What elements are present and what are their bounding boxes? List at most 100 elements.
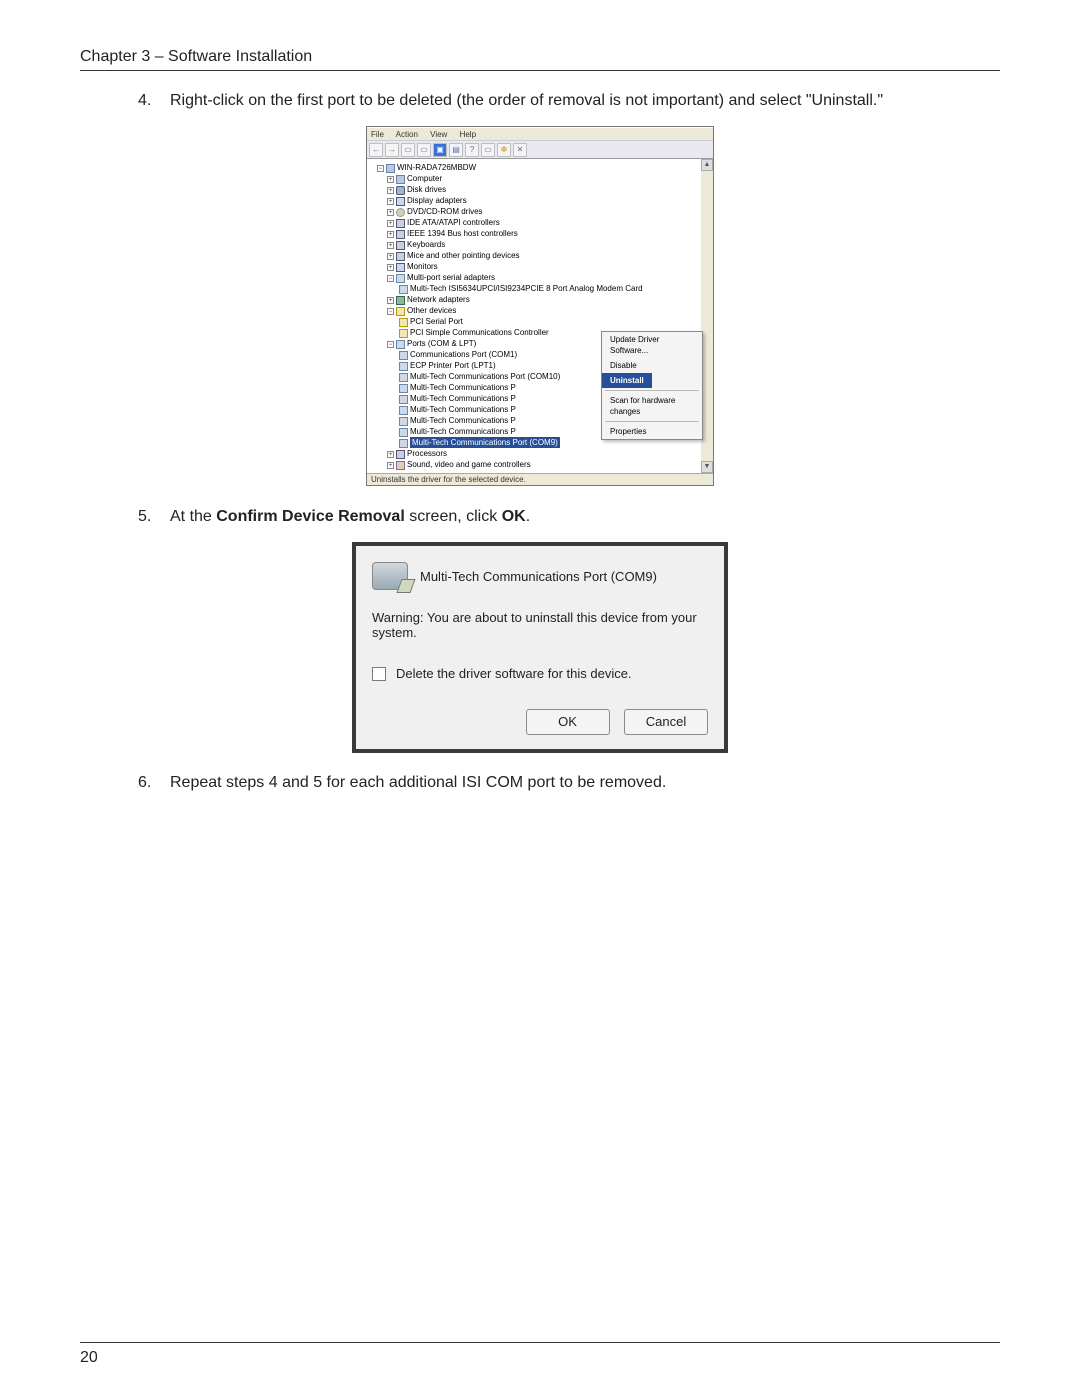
device-manager-menubar[interactable]: File Action View Help (367, 127, 713, 141)
expand-icon[interactable]: + (387, 231, 394, 238)
expand-icon[interactable]: + (387, 242, 394, 249)
page-number: 20 (80, 1342, 1000, 1367)
tree-root[interactable]: WIN-RADA726MBDW (397, 163, 476, 172)
node-pci-serial[interactable]: PCI Serial Port (410, 317, 463, 326)
node-mt-selected[interactable]: Multi-Tech Communications Port (COM9) (410, 437, 560, 448)
toolbar-help-icon[interactable]: ? (465, 143, 479, 157)
expand-icon[interactable]: + (387, 297, 394, 304)
toolbar-forward-icon[interactable]: → (385, 143, 399, 157)
node-mt-b[interactable]: Multi-Tech Communications P (410, 394, 516, 403)
expand-icon[interactable]: + (387, 209, 394, 216)
step-5-text: At the Confirm Device Removal screen, cl… (170, 505, 1000, 528)
scroll-up-icon[interactable]: ▲ (701, 159, 713, 171)
node-other[interactable]: Other devices (407, 306, 456, 315)
cancel-button[interactable]: Cancel (624, 709, 708, 735)
toolbar-properties-icon[interactable]: ▭ (417, 143, 431, 157)
device-manager-window: File Action View Help ← → ▭ ▭ ▣ ▤ ? ▭ ✲ … (366, 126, 714, 486)
node-mt-a[interactable]: Multi-Tech Communications P (410, 383, 516, 392)
display-icon (396, 197, 405, 206)
node-mt-c[interactable]: Multi-Tech Communications P (410, 405, 516, 414)
collapse-icon[interactable]: − (377, 165, 384, 172)
node-dvd[interactable]: DVD/CD-ROM drives (407, 207, 483, 216)
node-mt-e[interactable]: Multi-Tech Communications P (410, 427, 516, 436)
step-4-text: Right-click on the first port to be dele… (170, 89, 1000, 112)
sound-icon (396, 461, 405, 470)
node-mice[interactable]: Mice and other pointing devices (407, 251, 520, 260)
ctx-uninstall[interactable]: Uninstall (602, 373, 652, 388)
device-tree[interactable]: ▲ ▼ − WIN-RADA726MBDW + Computer + Disk dri… (367, 159, 713, 473)
expand-icon[interactable]: + (387, 220, 394, 227)
chapter-heading: Chapter 3 – Software Installation (80, 48, 1000, 71)
network-icon (396, 296, 405, 305)
expand-icon[interactable]: + (387, 451, 394, 458)
step-6: 6. Repeat steps 4 and 5 for each additio… (138, 771, 1000, 794)
menu-view[interactable]: View (430, 130, 447, 139)
node-ieee[interactable]: IEEE 1394 Bus host controllers (407, 229, 518, 238)
menu-file[interactable]: File (371, 130, 384, 139)
collapse-icon[interactable]: − (387, 275, 394, 282)
node-display[interactable]: Display adapters (407, 196, 467, 205)
pci-icon (399, 318, 408, 327)
step-6-number: 6. (138, 771, 170, 794)
toolbar-update-icon[interactable]: ▭ (481, 143, 495, 157)
context-menu[interactable]: Update Driver Software... Disable Uninst… (601, 331, 703, 440)
node-mt-d[interactable]: Multi-Tech Communications P (410, 416, 516, 425)
toolbar-list-icon[interactable]: ▤ (449, 143, 463, 157)
toolbar-uninstall-icon[interactable]: ✕ (513, 143, 527, 157)
node-computer[interactable]: Computer (407, 174, 442, 183)
node-lpt1[interactable]: ECP Printer Port (LPT1) (410, 361, 496, 370)
node-net[interactable]: Network adapters (407, 295, 470, 304)
expand-icon[interactable]: + (387, 462, 394, 469)
toolbar-back-icon[interactable]: ← (369, 143, 383, 157)
toolbar-show-hidden-icon[interactable]: ▭ (401, 143, 415, 157)
menu-action[interactable]: Action (396, 130, 418, 139)
toolbar-monitor-icon[interactable]: ▣ (433, 143, 447, 157)
expand-icon[interactable]: + (387, 176, 394, 183)
step-5: 5. At the Confirm Device Removal screen,… (138, 505, 1000, 528)
menu-help[interactable]: Help (460, 130, 476, 139)
step-4: 4. Right-click on the first port to be d… (138, 89, 1000, 112)
ctx-properties[interactable]: Properties (602, 424, 702, 439)
expand-icon[interactable]: + (387, 187, 394, 194)
ctx-disable[interactable]: Disable (602, 358, 702, 373)
node-sound[interactable]: Sound, video and game controllers (407, 460, 531, 469)
node-com1[interactable]: Communications Port (COM1) (410, 350, 517, 359)
node-ports[interactable]: Ports (COM & LPT) (407, 339, 476, 348)
node-mt-com10[interactable]: Multi-Tech Communications Port (COM10) (410, 372, 560, 381)
node-multiport[interactable]: Multi-port serial adapters (407, 273, 495, 282)
toolbar-scan-icon[interactable]: ✲ (497, 143, 511, 157)
mouse-icon (396, 252, 405, 261)
node-pci-simple[interactable]: PCI Simple Communications Controller (410, 328, 549, 337)
ctx-update-driver[interactable]: Update Driver Software... (602, 332, 702, 358)
node-multiport-child[interactable]: Multi-Tech ISI5634UPCI/ISI9234PCIE 8 Por… (410, 284, 643, 293)
port-icon (399, 384, 408, 393)
collapse-icon[interactable]: − (387, 308, 394, 315)
ok-button[interactable]: OK (526, 709, 610, 735)
node-disk[interactable]: Disk drives (407, 185, 446, 194)
dialog-warning: Warning: You are about to uninstall this… (372, 610, 708, 640)
step-5-number: 5. (138, 505, 170, 528)
node-monitors[interactable]: Monitors (407, 262, 438, 271)
computer-icon (386, 164, 395, 173)
ieee-icon (396, 230, 405, 239)
monitor-icon (396, 263, 405, 272)
port-icon (399, 439, 408, 448)
expand-icon[interactable]: + (387, 264, 394, 271)
scroll-down-icon[interactable]: ▼ (701, 461, 713, 473)
dvd-icon (396, 208, 405, 217)
node-kb[interactable]: Keyboards (407, 240, 445, 249)
disk-icon (396, 186, 405, 195)
ctx-scan[interactable]: Scan for hardware changes (602, 393, 702, 419)
dialog-device-name: Multi-Tech Communications Port (COM9) (420, 569, 657, 584)
node-ide[interactable]: IDE ATA/ATAPI controllers (407, 218, 500, 227)
expand-icon[interactable]: + (387, 253, 394, 260)
delete-driver-checkbox[interactable] (372, 667, 386, 681)
processor-icon (396, 450, 405, 459)
collapse-icon[interactable]: − (387, 341, 394, 348)
status-bar: Uninstalls the driver for the selected d… (367, 473, 713, 485)
node-proc[interactable]: Processors (407, 449, 447, 458)
ctx-separator (605, 421, 699, 422)
step-4-number: 4. (138, 89, 170, 112)
port-icon (399, 395, 408, 404)
expand-icon[interactable]: + (387, 198, 394, 205)
